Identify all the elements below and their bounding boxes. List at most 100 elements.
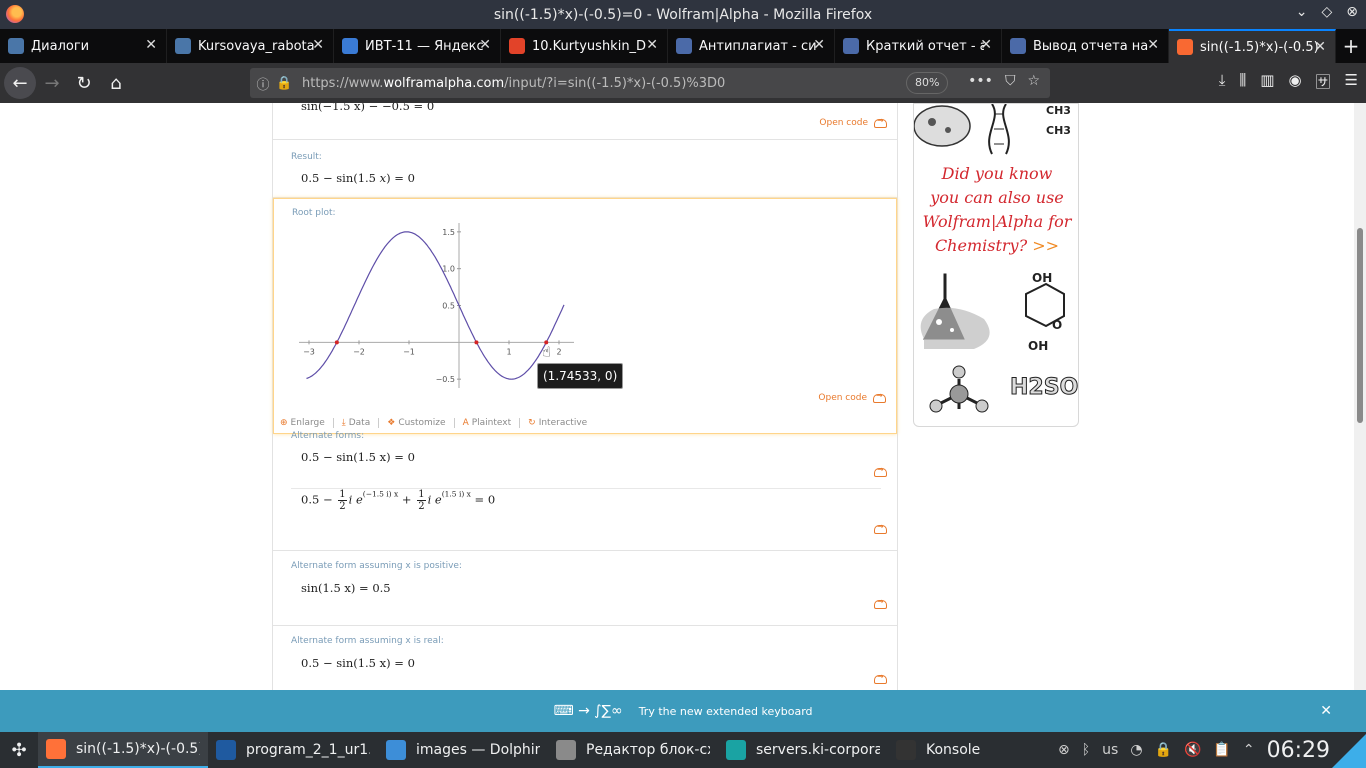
close-icon[interactable]: ✕ [312,37,324,53]
bookmark-star-icon[interactable]: ☆ [1027,73,1040,89]
open-code-link[interactable] [874,672,887,684]
customize-button[interactable]: ❖ Customize [387,418,445,428]
browser-tab[interactable]: Kursovaya_rabota ✕ [167,29,334,63]
browser-tab[interactable]: sin((-1.5)*x)-(-0.5) ✕ [1169,29,1336,63]
result-title: Result: [291,152,322,162]
keyboard-banner-text[interactable]: Try the new extended keyboard [639,705,813,718]
browser-tab[interactable]: Антиплагиат - си ✕ [668,29,835,63]
keyboard-icon: ⌨ → ∫∑∞ [553,703,623,719]
task-label: images — Dolphin [416,742,540,758]
hand-cursor-icon: ☝ [542,344,551,360]
taskbar-task[interactable]: images — Dolphin [378,732,548,768]
back-button[interactable]: ← [4,67,36,99]
lock-icon[interactable]: 🔒 [276,76,294,91]
zoom-indicator[interactable]: 80% [906,72,949,94]
taskbar-task[interactable]: sin((-1.5)*x)-(-0.5)=... [38,732,208,768]
interactive-button[interactable]: ↻ Interactive [528,418,587,428]
close-icon[interactable]: ✕ [1147,37,1159,53]
window-maximize-button[interactable]: ◇ [1321,4,1332,20]
menu-icon[interactable]: ☰ [1345,71,1358,92]
show-desktop-corner[interactable] [1332,734,1366,768]
browser-tab[interactable]: Вывод отчета на ✕ [1002,29,1169,63]
task-app-icon [556,740,576,760]
close-icon[interactable]: ✕ [1314,39,1326,55]
volume-icon[interactable]: 🔇 [1184,742,1201,758]
root-plot-chart[interactable]: −3 −2 −1 1 2 1.5 1.0 0.5 −0.5 ☝ [299,223,574,388]
network-settings-icon[interactable]: ⊗ [1058,742,1070,758]
firefox-icon [6,5,24,23]
forward-button[interactable]: → [36,67,68,99]
clipboard-icon[interactable]: 📋 [1213,742,1230,758]
page-actions-icon[interactable]: ••• [968,73,993,89]
open-code-icon [874,522,887,534]
svg-text:H2SO4: H2SO4 [1010,375,1079,400]
x-tick-label: 1 [506,347,511,356]
keyboard-layout[interactable]: us [1102,742,1118,758]
task-app-icon [726,740,746,760]
chemistry-ad[interactable]: CH3 CH3 OH O OH H2SO4 Did you know you c… [913,103,1079,427]
open-code-link[interactable] [874,465,887,477]
enlarge-button[interactable]: ⊕ Enlarge [280,418,325,428]
close-icon[interactable]: ✕ [145,37,157,53]
close-icon[interactable]: ✕ [646,37,658,53]
browser-tab[interactable]: 10.Kurtyushkin_D ✕ [501,29,668,63]
wifi-icon[interactable]: ◔ [1130,742,1142,758]
open-code-link[interactable]: Open code [818,391,886,403]
application-launcher-icon[interactable]: ✣ [0,732,38,768]
close-icon[interactable]: ✕ [813,37,825,53]
task-label: servers.ki-corporati... [756,742,880,758]
data-button[interactable]: ⤓ Data [342,418,370,428]
browser-tab[interactable]: ИВТ-11 — Яндекс ✕ [334,29,501,63]
open-code-link[interactable] [874,522,887,534]
url-bar[interactable]: ⓘ 🔒 https://www.wolframalpha.com/input/?… [250,68,1050,98]
scrollbar-thumb[interactable] [1357,228,1363,423]
window-minimize-button[interactable]: ⌄ [1296,4,1308,20]
plaintext-button[interactable]: A Plaintext [463,418,512,428]
extended-keyboard-banner[interactable]: ⌨ → ∫∑∞ Try the new extended keyboard ✕ [0,690,1366,732]
tab-label: Антиплагиат - си [699,38,817,54]
taskbar-task[interactable]: servers.ki-corporati... [718,732,888,768]
taskbar-task[interactable]: Редактор блок-схе... [548,732,718,768]
svg-text:OH: OH [1032,271,1052,285]
home-button[interactable]: ⌂ [100,67,132,99]
account-icon[interactable]: ◉ [1288,71,1301,92]
open-code-link[interactable]: Open code [819,116,887,128]
vertical-scrollbar[interactable] [1354,103,1366,690]
library-icon[interactable]: ⫼ [1239,71,1246,92]
svg-text:CH3: CH3 [1046,124,1071,137]
clock[interactable]: 06:29 [1267,738,1330,763]
task-label: sin((-1.5)*x)-(-0.5)=... [76,741,200,757]
plot-tooltip: (1.74533, 0) [537,363,624,389]
close-icon[interactable]: ✕ [1320,703,1332,719]
open-code-icon [874,465,887,477]
system-tray: ⊗ ᛒ us ◔ 🔒 🔇 📋 ⌃ 06:29 [1058,732,1366,768]
lock-icon[interactable]: 🔒 [1155,742,1172,758]
close-icon[interactable]: ✕ [980,37,992,53]
taskbar-task[interactable]: Konsole [888,732,1058,768]
translate-icon[interactable]: 🈂 [1316,71,1331,92]
url-text[interactable]: https://www.wolframalpha.com/input/?i=si… [302,76,725,91]
bluetooth-icon[interactable]: ᛒ [1082,742,1090,758]
window-close-button[interactable]: ⊗ [1346,4,1358,20]
browser-tab[interactable]: Краткий отчет - а ✕ [835,29,1002,63]
browser-tab[interactable]: Диалоги ✕ [0,29,167,63]
task-label: Редактор блок-схе... [586,742,710,758]
tab-label: 10.Kurtyushkin_D [532,38,647,54]
new-tab-button[interactable]: + [1336,29,1366,63]
reload-button[interactable]: ↻ [68,67,100,99]
close-icon[interactable]: ✕ [479,37,491,53]
shield-icon [843,38,859,54]
fraction: 12 [338,489,347,512]
wolfram-icon [1177,39,1193,55]
vk-icon [175,38,191,54]
alternate-forms-pod: Alternate forms: 0.5 − sin(1.5 x) = 0 0.… [273,431,897,551]
taskbar-task[interactable]: program_2_1_ur1.c... [208,732,378,768]
downloads-icon[interactable]: ⤓ [1219,71,1226,92]
info-icon[interactable]: ⓘ [250,74,276,93]
gitlab-icon [509,38,525,54]
tray-expand-icon[interactable]: ⌃ [1243,742,1255,758]
pocket-icon[interactable]: ⛉ [1005,73,1016,89]
open-code-link[interactable] [874,597,887,609]
sidebar-icon[interactable]: ▥ [1260,71,1274,92]
y-tick-label: 0.5 [442,302,455,311]
